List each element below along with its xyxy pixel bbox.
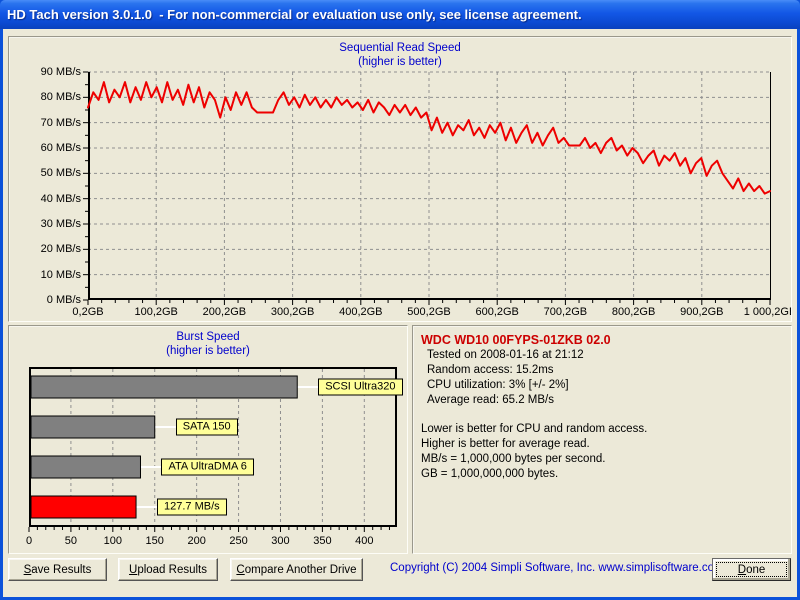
- y-tick-label: 90 MB/s: [40, 66, 81, 78]
- sequential-read-x-axis: 0,2GB 100,2GB 200,2GB 300,2GB 400,2GB 50…: [72, 306, 791, 320]
- note-line: Lower is better for CPU and random acces…: [421, 423, 648, 435]
- note-line: MB/s = 1,000,000 bytes per second.: [421, 453, 606, 465]
- copyright-text: Copyright (C) 2004 Simpli Software, Inc.…: [390, 562, 724, 574]
- x-tick-label: 400,2GB: [339, 306, 383, 318]
- done-button[interactable]: Done: [712, 558, 791, 581]
- x-tick-label: 50: [64, 535, 78, 547]
- x-tick-label: 0: [25, 535, 33, 547]
- x-tick-label: 200,2GB: [202, 306, 247, 318]
- drive-info-panel: WDC WD10 00FYPS-01ZKB 02.0 Tested on 200…: [412, 325, 792, 554]
- hdtach-window: HD Tach version 3.0.1.0 - For non-commer…: [0, 0, 800, 600]
- x-tick-label: 600,2GB: [475, 306, 519, 318]
- note-line: GB = 1,000,000,000 bytes.: [421, 468, 559, 480]
- x-tick-label: 300: [271, 535, 290, 547]
- titlebar[interactable]: HD Tach version 3.0.1.0 - For non-commer…: [0, 0, 800, 29]
- x-tick-label: 100: [103, 535, 123, 547]
- y-tick-label: 50 MB/s: [40, 167, 81, 180]
- burst-speed-subtitle: (higher is better): [166, 345, 250, 357]
- x-tick-label: 400: [355, 535, 374, 547]
- x-tick-label: 250: [229, 535, 248, 547]
- sequential-read-chart: [83, 71, 771, 305]
- x-tick-label: 800,2GB: [611, 306, 656, 318]
- x-tick-label: 900,2GB: [680, 306, 724, 318]
- x-tick-label: 200: [187, 535, 206, 547]
- x-tick-label: 150: [145, 535, 164, 547]
- x-tick-label: 100,2GB: [134, 306, 178, 318]
- sequential-read-subtitle: (higher is better): [358, 56, 442, 68]
- sequential-read-panel: Sequential Read Speed (higher is better)…: [8, 36, 792, 322]
- y-tick-label: 0 MB/s: [46, 293, 81, 306]
- burst-speed-title: Burst Speed: [176, 331, 240, 343]
- y-tick-label: 70 MB/s: [40, 116, 81, 129]
- sequential-read-y-axis: 90 MB/s 80 MB/s 70 MB/s 60 MB/s 50 MB/s …: [9, 65, 81, 307]
- x-tick-label: 0,2GB: [72, 306, 104, 318]
- y-tick-label: 10 MB/s: [40, 268, 81, 281]
- y-tick-label: 80 MB/s: [40, 91, 81, 104]
- burst-speed-panel: Burst Speed (higher is better) SCSI Ultr…: [8, 325, 408, 554]
- notes-block: Lower is better for CPU and random acces…: [421, 422, 783, 482]
- compare-another-drive-button[interactable]: Compare Another Drive: [230, 558, 363, 581]
- client-area: Sequential Read Speed (higher is better)…: [3, 29, 797, 597]
- save-results-button[interactable]: Save Results: [8, 558, 107, 581]
- window-title: HD Tach version 3.0.1.0 - For non-commer…: [7, 7, 582, 22]
- random-access-line: Random access: 15.2ms: [427, 364, 554, 376]
- upload-results-button[interactable]: Upload Results: [118, 558, 218, 581]
- note-line: Higher is better for average read.: [421, 438, 590, 450]
- tested-on-line: Tested on 2008-01-16 at 21:12: [427, 349, 584, 361]
- x-tick-label: 300,2GB: [270, 306, 315, 318]
- y-tick-label: 60 MB/s: [40, 141, 81, 154]
- burst-x-axis: 0 50 100 150 200 250 300 350 400: [25, 535, 397, 549]
- drive-model: WDC WD10 00FYPS-01ZKB 02.0: [421, 333, 611, 347]
- burst-speed-chart: [28, 367, 397, 532]
- sequential-read-title: Sequential Read Speed: [339, 42, 461, 54]
- x-tick-label: 500,2GB: [407, 306, 451, 318]
- x-tick-label: 350: [313, 535, 332, 547]
- average-read-line: Average read: 65.2 MB/s: [427, 394, 554, 406]
- cpu-utilization-line: CPU utilization: 3% [+/- 2%]: [427, 379, 569, 391]
- y-tick-label: 40 MB/s: [40, 192, 81, 205]
- y-tick-label: 30 MB/s: [40, 217, 81, 230]
- y-tick-label: 20 MB/s: [40, 243, 81, 256]
- x-tick-label: 1 000,2GB: [743, 306, 792, 318]
- x-tick-label: 700,2GB: [543, 306, 588, 318]
